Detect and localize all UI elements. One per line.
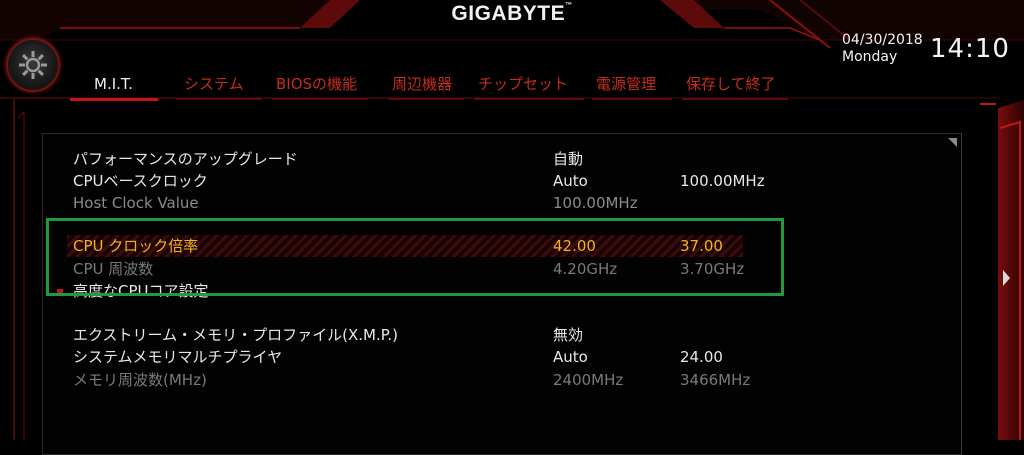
tab-underline: [592, 98, 672, 100]
tab-peripherals[interactable]: 周辺機器: [388, 70, 464, 100]
clock-display: 14:10: [930, 34, 1010, 64]
tab-power-management[interactable]: 電源管理: [592, 70, 672, 100]
setting-value: Auto: [553, 348, 588, 366]
tab-bios-features[interactable]: BIOSの機能: [272, 70, 368, 100]
setting-value: 42.00: [553, 237, 596, 255]
setting-label: エクストリーム・メモリ・プロファイル(X.M.P.): [73, 326, 399, 344]
tab-active-indicator: [70, 98, 158, 101]
tab-chipset[interactable]: チップセット: [474, 70, 584, 100]
setting-current-value: 37.00: [680, 237, 723, 255]
brand-logo: GIGABYTE™: [451, 2, 573, 25]
setting-current-value: 3.70GHz: [680, 260, 745, 278]
setting-current-value: 3466MHz: [680, 371, 751, 389]
date-display: 04/30/2018 Monday: [842, 32, 923, 66]
tab-underline: [474, 98, 584, 100]
tab-underline: [388, 98, 464, 100]
setting-label: メモリ周波数(MHz): [73, 371, 207, 389]
setting-row-cpu-frequency: CPU 周波数 4.20GHz 3.70GHz: [43, 258, 803, 280]
submenu-bullet-icon: [57, 289, 63, 295]
setting-row-memory-frequency: メモリ周波数(MHz) 2400MHz 3466MHz: [43, 369, 803, 391]
setting-value: 自動: [553, 150, 584, 168]
setting-label: CPU 周波数: [73, 260, 154, 278]
tab-system[interactable]: システム: [176, 70, 262, 100]
setting-current-value: 24.00: [680, 348, 723, 366]
setting-value: Auto: [553, 172, 588, 190]
setting-label: システムメモリマルチプライヤ: [73, 348, 283, 366]
tab-mit[interactable]: M.I.T.: [70, 70, 158, 101]
setting-value: 100.00MHz: [553, 194, 638, 212]
setting-label: 高度なCPUコア設定: [73, 282, 209, 298]
tab-underline: [176, 98, 262, 100]
panel-corner-marker: [948, 138, 957, 147]
setting-label: CPU クロック倍率: [73, 237, 199, 255]
setting-label: CPUベースクロック: [73, 172, 208, 190]
setting-label: Host Clock Value: [73, 194, 199, 212]
setting-row-performance-upgrade[interactable]: パフォーマンスのアップグレード 自動: [43, 148, 803, 170]
right-scroll-rail[interactable]: [996, 108, 1024, 440]
setting-row-host-clock: Host Clock Value 100.00MHz: [43, 192, 803, 214]
weekday-text: Monday: [842, 49, 898, 65]
setting-value: 2400MHz: [553, 371, 624, 389]
setting-row-memory-multiplier[interactable]: システムメモリマルチプライヤ Auto 24.00: [43, 346, 803, 368]
tab-bar: M.I.T. システム BIOSの機能 周辺機器 チップセット 電源管理 保存し…: [0, 70, 820, 101]
setting-value: 4.20GHz: [553, 260, 618, 278]
setting-row-cpu-clock-ratio[interactable]: CPU クロック倍率 42.00 37.00: [67, 235, 743, 257]
setting-value: 無効: [553, 326, 584, 344]
tab-save-exit[interactable]: 保存して終了: [682, 70, 788, 100]
setting-row-cpu-base-clock[interactable]: CPUベースクロック Auto 100.00MHz: [43, 170, 803, 192]
date-text: 04/30/2018: [842, 32, 923, 48]
setting-current-value: 100.00MHz: [680, 172, 765, 190]
setting-row-xmp[interactable]: エクストリーム・メモリ・プロファイル(X.M.P.) 無効: [43, 324, 803, 346]
setting-row-advanced-cpu-core[interactable]: 高度なCPUコア設定: [43, 280, 803, 298]
tab-underline: [272, 98, 368, 100]
setting-label: パフォーマンスのアップグレード: [73, 150, 298, 168]
settings-panel: パフォーマンスのアップグレード 自動 CPUベースクロック Auto 100.0…: [42, 133, 962, 455]
tab-underline: [682, 98, 788, 100]
